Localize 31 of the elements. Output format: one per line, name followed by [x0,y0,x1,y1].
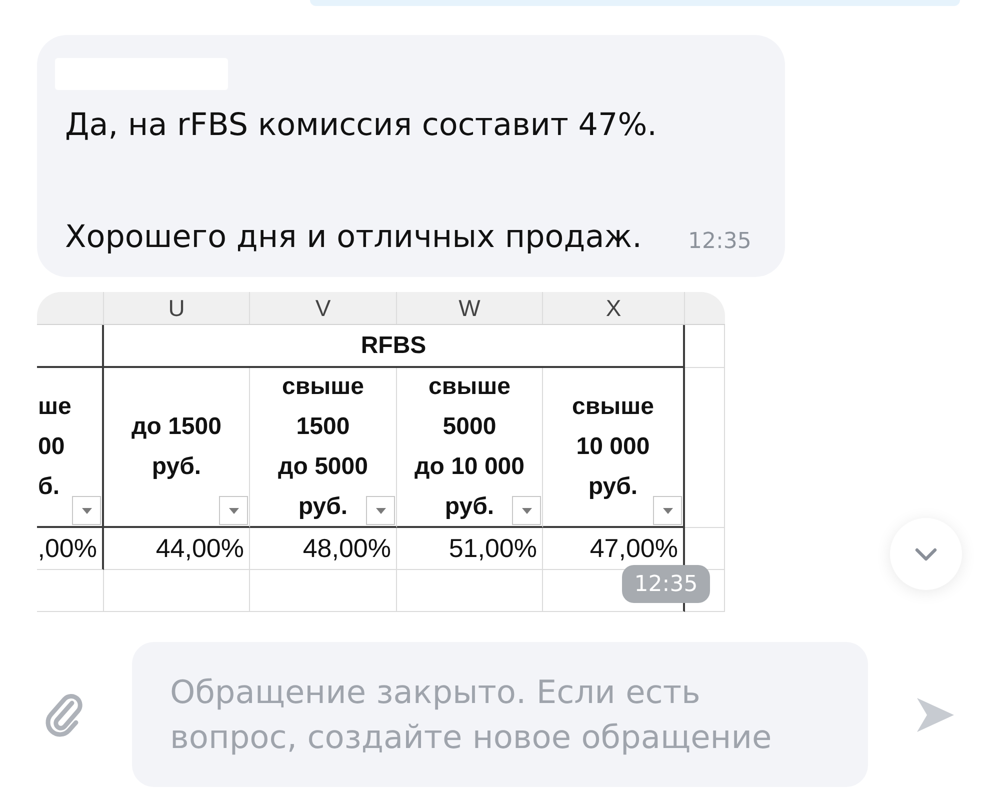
message-time: 12:35 [688,228,752,256]
caret-icon [228,508,238,514]
message-text: Хорошего дня и отличных продаж. [65,218,642,257]
message-text: Да, на rFBS комиссия составит 47%. [65,106,658,145]
filter-button[interactable] [72,496,101,525]
column-header: свыше 5000 до 10 000 руб. [414,372,524,522]
table-cell: 44,00% [104,528,250,570]
column-header: свыше 10 000 руб. [572,392,654,502]
filter-button[interactable] [653,496,682,525]
table-cell: 51,00% [397,528,543,570]
filter-button[interactable] [512,496,541,525]
caret-icon [376,508,386,514]
column-header: ше 00 б. [37,392,72,502]
caret-icon [662,508,672,514]
message-field[interactable]: Обращение закрыто. Если есть вопрос, создайте новое обращение [132,642,868,787]
column-header: свыше 1500 до 5000 руб. [278,372,368,522]
column-letter: U [104,292,250,324]
table-cell [37,570,104,612]
message-time: 12:35 [622,565,710,603]
chevron-down-icon [915,548,937,560]
group-header: RFBS [104,325,685,368]
table-cell: ,00% [37,528,104,570]
column-letter: X [543,292,685,324]
filter-button[interactable] [219,496,248,525]
caret-icon [82,508,92,514]
column-letter: W [397,292,543,324]
table-cell: 48,00% [250,528,397,570]
column-header: до 1500 руб. [132,412,222,482]
column-letter: V [250,292,397,324]
caret-icon [522,508,532,514]
filter-button[interactable] [366,496,395,525]
